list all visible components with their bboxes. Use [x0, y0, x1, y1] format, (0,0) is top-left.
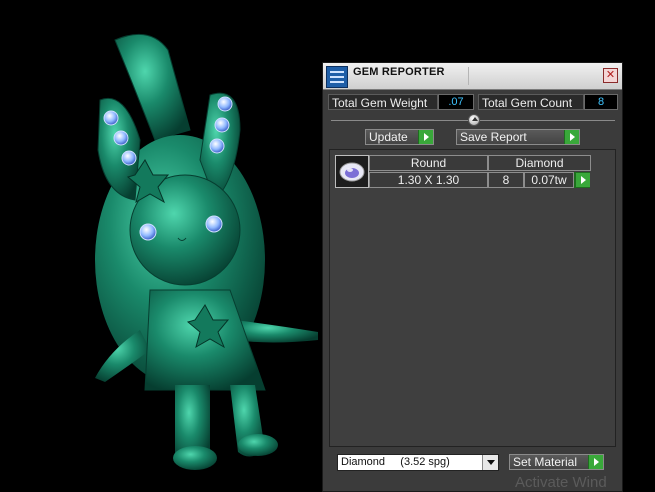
material-selected-value: Diamond (3.52 spg): [341, 456, 450, 468]
gem-list: Round Diamond 1.30 X 1.30 8 0.07tw: [329, 149, 616, 447]
save-report-play-icon: [564, 130, 579, 144]
round-gem-thumbnail-icon: [335, 155, 369, 188]
close-icon[interactable]: ✕: [603, 68, 618, 83]
panel-titlebar[interactable]: GEM REPORTER ✕: [323, 63, 622, 90]
gem-count-cell: 8: [488, 172, 524, 188]
set-material-play-icon: [588, 455, 603, 469]
title-divider: [468, 67, 469, 85]
total-gem-count-label: Total Gem Count: [478, 94, 584, 110]
gem-weight-cell: 0.07tw: [524, 172, 574, 188]
gem-row-go-button[interactable]: [574, 172, 590, 188]
gem-material-cell: Diamond: [488, 155, 591, 171]
total-gem-weight-label: Total Gem Weight: [328, 94, 438, 110]
update-button-label: Update: [369, 130, 408, 144]
total-gem-count-value: 8: [584, 94, 618, 110]
update-play-icon: [418, 130, 433, 144]
gem-size-cell: 1.30 X 1.30: [369, 172, 488, 188]
material-dropdown[interactable]: Diamond (3.52 spg): [337, 454, 499, 471]
activate-windows-watermark: Activate Wind: [515, 474, 607, 491]
set-material-button-label: Set Material: [513, 455, 578, 469]
panel-title: GEM REPORTER: [353, 66, 445, 78]
gem-reporter-app-icon: [326, 66, 348, 88]
chevron-down-icon[interactable]: [482, 455, 498, 470]
collapse-handle-icon[interactable]: [468, 114, 480, 126]
update-button[interactable]: Update: [365, 129, 434, 145]
bunny-pendant-model[interactable]: [95, 33, 318, 470]
set-material-button[interactable]: Set Material: [509, 454, 604, 470]
gem-shape-cell: Round: [369, 155, 488, 171]
total-gem-weight-value: .07: [438, 94, 474, 110]
gem-row-play-icon: [575, 173, 590, 187]
gem-reporter-panel: GEM REPORTER ✕ Total Gem Weight .07 Tota…: [322, 62, 623, 492]
save-report-button-label: Save Report: [460, 130, 527, 144]
gem-list-item[interactable]: Round Diamond 1.30 X 1.30 8 0.07tw: [335, 155, 592, 189]
save-report-button[interactable]: Save Report: [456, 129, 580, 145]
